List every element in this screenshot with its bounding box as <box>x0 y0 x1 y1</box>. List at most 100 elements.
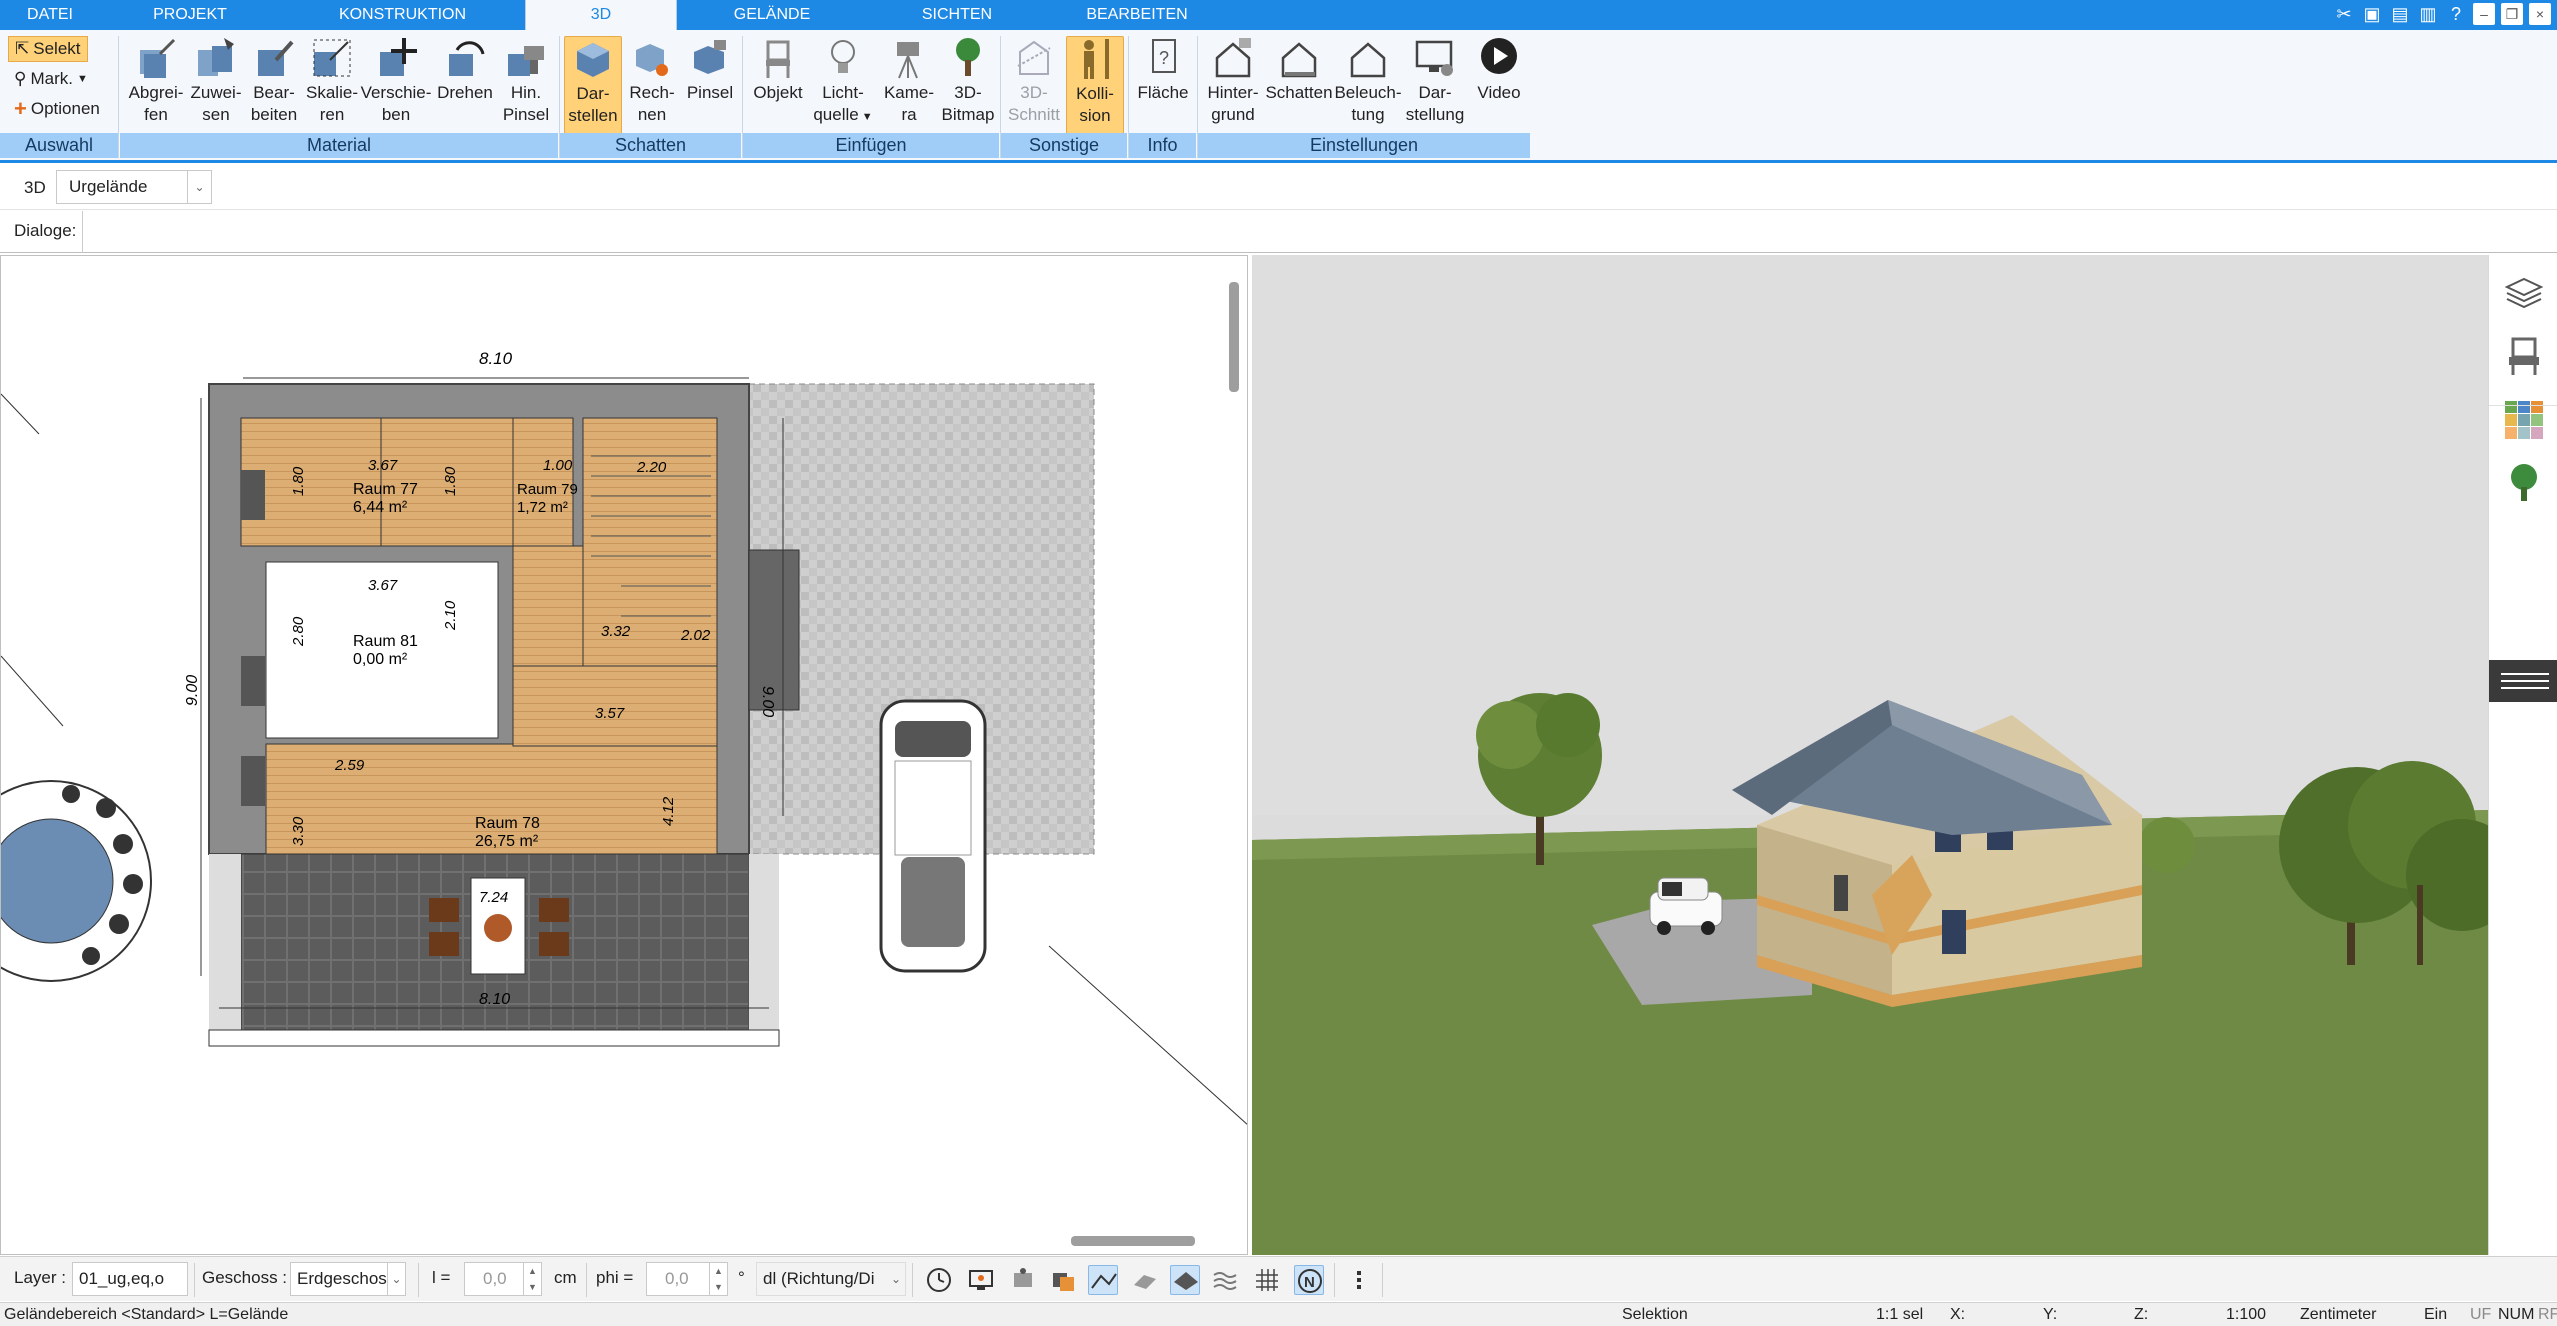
tab-konstruktion[interactable]: KONSTRUKTION <box>280 0 525 30</box>
north-icon[interactable]: N <box>1294 1265 1324 1295</box>
floor-plan-view[interactable]: 8.10 9.00 9.00 8.10 3.67 1.00 2.20 3.67 … <box>0 255 1248 1255</box>
vertical-scrollbar[interactable] <box>1229 282 1239 392</box>
clipboard-icon[interactable]: ▤ <box>2389 3 2411 25</box>
room-name: Raum 79 <box>517 481 578 498</box>
save-icon[interactable]: ▥ <box>2417 3 2439 25</box>
window-icon[interactable]: ▣ <box>2361 3 2383 25</box>
phi-input[interactable]: 0,0 ▲ ▼ <box>646 1262 728 1296</box>
shadow-brush-icon <box>694 40 726 74</box>
geschoss-select[interactable]: Erdgeschos ⌄ <box>290 1262 406 1296</box>
tab-sichten[interactable]: SICHTEN <box>867 0 1047 30</box>
dim-label: 3.57 <box>595 705 625 722</box>
tab-bearbeiten[interactable]: BEARBEITEN <box>1047 0 1227 30</box>
pinsel-button[interactable]: Pinsel <box>682 36 738 104</box>
terrain-line-icon[interactable] <box>1088 1265 1118 1295</box>
lichtquelle-button[interactable]: Licht- quelle ▼ <box>810 36 876 128</box>
direction-select[interactable]: dl (Richtung/Di ⌄ <box>756 1262 906 1296</box>
darstellen-button[interactable]: Dar- stellen <box>564 36 622 134</box>
beleuchtung-button[interactable]: Beleuch- tung <box>1334 36 1402 126</box>
room-area: 6,44 m² <box>353 499 408 516</box>
schnitt-button[interactable]: 3D- Schnitt <box>1004 36 1064 126</box>
close-button[interactable]: × <box>2529 3 2551 25</box>
plane-icon[interactable] <box>1170 1265 1200 1295</box>
dim-label: 3.30 <box>290 816 307 846</box>
room-name: Raum 78 <box>475 815 540 832</box>
terrain-select[interactable]: Urgelände ⌄ <box>56 170 212 204</box>
schatten-settings-button[interactable]: Schatten <box>1264 36 1334 104</box>
ribbon: ⇱ Selekt ⚲ Mark. ▼ + Optionen Abgrei- fen Zu… <box>0 30 2557 163</box>
floor-plan-canvas[interactable]: 8.10 9.00 9.00 8.10 3.67 1.00 2.20 3.67 … <box>1 256 1248 1255</box>
darstellung-button[interactable]: Dar- stellung <box>1402 36 1468 126</box>
dim-label: 2.20 <box>636 459 667 476</box>
waves-icon[interactable] <box>1210 1265 1240 1295</box>
more-icon[interactable] <box>1344 1265 1374 1295</box>
grid-icon[interactable] <box>1252 1265 1282 1295</box>
help-icon[interactable]: ? <box>2445 3 2467 25</box>
tree-icon[interactable] <box>2503 461 2545 503</box>
restore-button[interactable]: ❐ <box>2501 3 2523 25</box>
chevron-down-icon: ▼ <box>858 111 873 123</box>
layer-select[interactable]: 01_ug,eq,o <box>72 1262 188 1296</box>
bearbeiten-button[interactable]: Bear- beiten <box>244 36 304 126</box>
status-uf: UF <box>2470 1306 2492 1323</box>
bitmap-button[interactable]: 3D- Bitmap <box>938 36 998 126</box>
length-unit: cm <box>554 1268 577 1287</box>
room-name: Raum 77 <box>353 481 418 498</box>
furniture-icon[interactable] <box>2503 335 2545 377</box>
stepper-icon[interactable]: ▲ ▼ <box>523 1263 541 1295</box>
flaeche-button[interactable]: ? Fläche <box>1132 36 1194 104</box>
tab-datei[interactable]: DATEI <box>0 0 100 30</box>
section-cut-icon <box>1017 40 1051 75</box>
status-mode: Selektion <box>1622 1306 1688 1323</box>
tools-icon[interactable]: ✂ <box>2333 3 2355 25</box>
video-button[interactable]: Video <box>1468 36 1530 104</box>
scale-icon <box>313 39 351 77</box>
car-symbol <box>879 699 987 973</box>
3d-view[interactable] <box>1252 255 2488 1255</box>
person-collision-icon <box>1084 39 1109 79</box>
tab-3d[interactable]: 3D <box>525 0 677 30</box>
snap-icon[interactable] <box>1008 1265 1038 1295</box>
stepper-icon[interactable]: ▲ ▼ <box>709 1263 727 1295</box>
group-auswahl: Auswahl <box>0 133 118 158</box>
3d-scene[interactable] <box>1252 255 2488 1255</box>
menu-tab-bar: DATEI PROJEKT KONSTRUKTION 3D GELÄNDE SI… <box>0 0 2557 30</box>
menu-toggle[interactable] <box>2489 660 2557 702</box>
chevron-down-icon: ⌄ <box>890 1272 902 1286</box>
horizontal-scrollbar[interactable] <box>1071 1236 1195 1246</box>
divider <box>82 211 83 253</box>
room-area: 1,72 m² <box>517 499 568 516</box>
group-einstellungen: Einstellungen <box>1198 133 1530 158</box>
dim-label: 2.02 <box>680 627 711 644</box>
hintergrund-button[interactable]: Hinter- grund <box>1200 36 1266 126</box>
mark-button[interactable]: ⚲ Mark. ▼ <box>8 66 94 92</box>
dim-label: 2.59 <box>334 757 365 774</box>
skalieren-button[interactable]: Skalie- ren <box>302 36 362 126</box>
kamera-button[interactable]: Kame- ra <box>878 36 940 126</box>
tab-projekt[interactable]: PROJEKT <box>100 0 280 30</box>
drehen-button[interactable]: Drehen <box>432 36 498 104</box>
hatch-icon[interactable] <box>1130 1265 1160 1295</box>
zuweisen-button[interactable]: Zuwei- sen <box>186 36 246 126</box>
rechnen-button[interactable]: Rech- nen <box>624 36 680 126</box>
verschieben-button[interactable]: Verschie- ben <box>358 36 434 126</box>
objekt-button[interactable]: Objekt <box>746 36 810 104</box>
minimize-button[interactable]: – <box>2473 3 2495 25</box>
chevron-down-icon: ▼ <box>76 73 88 85</box>
rotate-icon <box>449 41 485 76</box>
tab-gelaende[interactable]: GELÄNDE <box>677 0 867 30</box>
optionen-button[interactable]: + Optionen <box>8 96 106 122</box>
kollision-button[interactable]: Kolli- sion <box>1066 36 1124 134</box>
layers-icon[interactable] <box>2503 273 2545 315</box>
objects-icon[interactable] <box>1048 1265 1078 1295</box>
monitor-icon[interactable] <box>966 1265 996 1295</box>
selekt-button[interactable]: ⇱ Selekt <box>8 36 88 62</box>
clock-icon[interactable] <box>924 1265 954 1295</box>
hinpinsel-button[interactable]: Hin. Pinsel <box>496 36 556 126</box>
dim-label: 1.80 <box>290 466 307 496</box>
length-input[interactable]: 0,0 ▲ ▼ <box>464 1262 542 1296</box>
dim-right: 9.00 <box>759 686 776 717</box>
phi-unit: ° <box>738 1268 745 1287</box>
dim-label: 2.10 <box>442 600 459 631</box>
abgreifen-button[interactable]: Abgrei- fen <box>122 36 190 126</box>
